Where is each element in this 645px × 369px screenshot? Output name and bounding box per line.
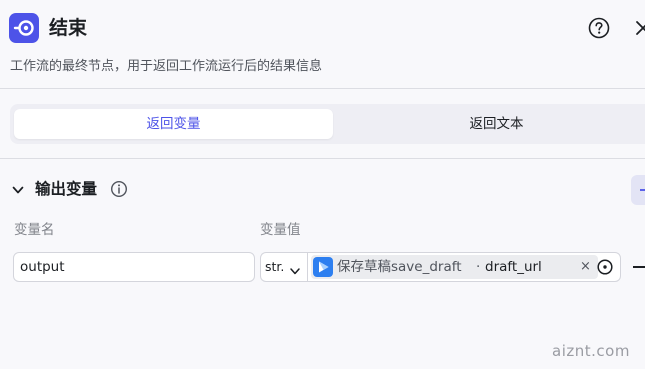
collapse-chevron-icon[interactable]: [11, 182, 25, 196]
variable-type-label: str.: [265, 259, 285, 274]
divider: [0, 158, 645, 159]
reference-variable-name: draft_url: [485, 259, 542, 275]
column-header-value: 变量值: [260, 222, 301, 238]
chevron-down-icon: [289, 262, 301, 275]
clear-reference-button[interactable]: ×: [580, 255, 591, 279]
variable-picker-icon[interactable]: [597, 259, 613, 275]
end-node-icon: [9, 13, 39, 43]
help-circle-icon[interactable]: [588, 17, 610, 39]
remove-row-button[interactable]: [633, 266, 645, 268]
divider: [0, 88, 645, 89]
tab-return-text[interactable]: 返回文本: [333, 109, 645, 139]
return-mode-switch: 返回变量 返回文本: [10, 104, 645, 144]
close-icon[interactable]: [632, 17, 645, 39]
variable-value-field[interactable]: 保存草稿save_draft · draft_url ×: [307, 252, 621, 282]
plus-icon: [640, 189, 645, 191]
node-title[interactable]: 结束: [49, 15, 87, 41]
info-icon[interactable]: [110, 180, 128, 198]
reference-separator: ·: [476, 259, 481, 275]
column-header-name: 变量名: [14, 222, 55, 238]
video-play-icon: [313, 257, 333, 277]
watermark-text: aiznt.com: [552, 342, 630, 360]
node-description: 工作流的最终节点，用于返回工作流运行后的结果信息: [10, 59, 323, 74]
tab-return-variables[interactable]: 返回变量: [14, 109, 333, 139]
add-variable-button[interactable]: [631, 175, 645, 205]
variable-type-select[interactable]: str.: [260, 252, 308, 282]
variable-reference-chip[interactable]: 保存草稿save_draft · draft_url ×: [311, 255, 598, 279]
section-title: 输出变量: [35, 180, 98, 198]
node-header: 结束: [0, 0, 645, 56]
variable-name-input[interactable]: output: [13, 252, 255, 282]
reference-node-name: 保存草稿save_draft: [337, 259, 462, 275]
